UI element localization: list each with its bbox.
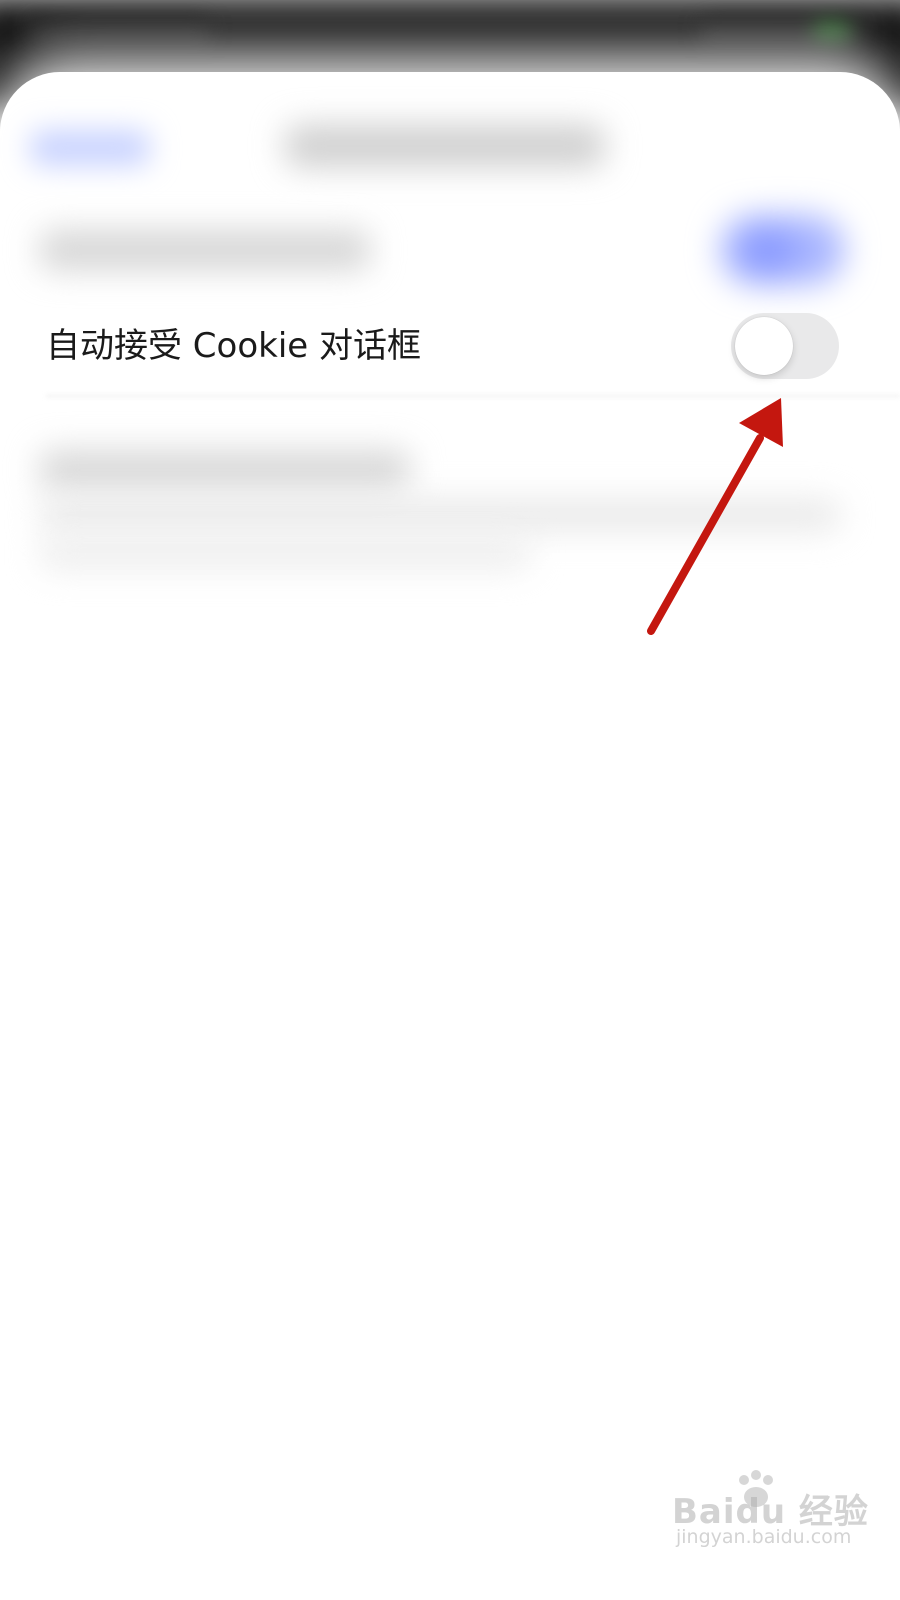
status-bar-indicators-blurred xyxy=(700,20,860,42)
blurred-setting-label xyxy=(40,230,370,270)
toggle-knob xyxy=(735,317,793,375)
watermark-url: jingyan.baidu.com xyxy=(676,1526,852,1548)
settings-sheet xyxy=(0,72,900,1600)
blurred-section-title xyxy=(40,450,410,490)
watermark: Baidu 经验 jingyan.baidu.com xyxy=(672,1462,868,1562)
back-button-blurred[interactable] xyxy=(30,130,150,166)
setting-row-auto-accept-cookie: 自动接受 Cookie 对话框 xyxy=(0,305,900,385)
page-title-blurred xyxy=(285,125,605,167)
auto-accept-cookie-toggle[interactable] xyxy=(731,313,839,379)
blurred-section-description-line xyxy=(40,500,840,530)
blurred-setting-toggle[interactable] xyxy=(720,215,845,285)
setting-label: 自动接受 Cookie 对话框 xyxy=(46,326,422,366)
blurred-section-description-line xyxy=(40,540,530,568)
battery-icon xyxy=(814,22,850,40)
status-bar-time-blurred xyxy=(30,20,210,42)
row-divider xyxy=(46,395,900,397)
blurred-toggle-knob xyxy=(740,223,796,279)
